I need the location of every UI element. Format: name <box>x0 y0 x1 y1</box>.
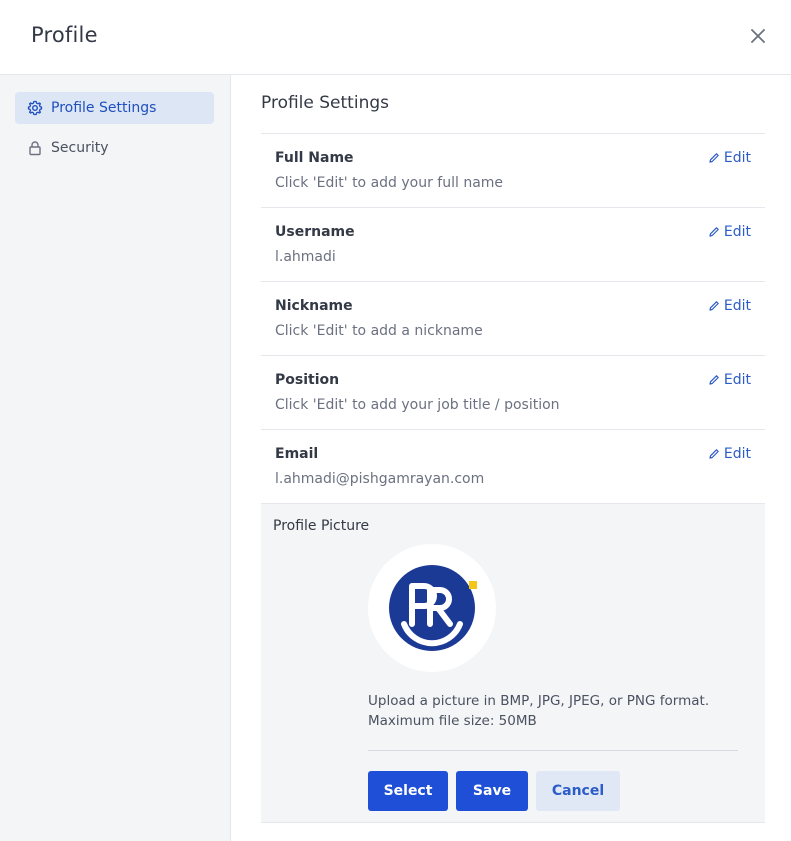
field-label: Position <box>275 372 340 388</box>
field-value: Click 'Edit' to add your full name <box>275 175 504 191</box>
profile-picture-label: Profile Picture <box>273 518 370 534</box>
close-button[interactable] <box>744 22 772 50</box>
field-position: Position Click 'Edit' to add your job ti… <box>261 355 765 429</box>
sidebar: Profile Settings Security <box>0 75 231 841</box>
upload-hint-formats: Upload a picture in BMP, JPG, JPEG, or P… <box>368 693 710 709</box>
upload-hint-size: Maximum file size: 50MB <box>368 713 537 729</box>
edit-label: Edit <box>723 298 751 314</box>
main-panel: Profile Settings Full Name Click 'Edit' … <box>231 75 791 841</box>
save-button[interactable]: Save <box>456 771 528 811</box>
select-button[interactable]: Select <box>368 771 448 811</box>
pencil-icon <box>709 301 719 311</box>
field-full-name: Full Name Click 'Edit' to add your full … <box>261 133 765 207</box>
edit-nickname-button[interactable]: Edit <box>708 298 751 314</box>
field-label: Nickname <box>275 298 353 314</box>
field-value: Click 'Edit' to add your job title / pos… <box>275 397 560 413</box>
dialog-title: Profile <box>31 23 98 47</box>
lock-icon <box>27 140 43 156</box>
field-label: Email <box>275 446 319 462</box>
avatar[interactable] <box>368 544 496 672</box>
pencil-icon <box>709 153 719 163</box>
pencil-icon <box>709 375 719 385</box>
sidebar-item-security[interactable]: Security <box>15 132 214 164</box>
pencil-icon <box>709 227 719 237</box>
divider <box>368 750 738 751</box>
edit-label: Edit <box>723 224 751 240</box>
field-value: Click 'Edit' to add a nickname <box>275 323 483 339</box>
gear-icon <box>27 100 43 116</box>
field-value: l.ahmadi <box>275 249 336 265</box>
field-value: l.ahmadi@pishgamrayan.com <box>275 471 485 487</box>
edit-email-button[interactable]: Edit <box>708 446 751 462</box>
upload-hint: Upload a picture in BMP, JPG, JPEG, or P… <box>368 691 709 731</box>
field-username: Username l.ahmadi Edit <box>261 207 765 281</box>
pencil-icon <box>709 449 719 459</box>
section-title: Profile Settings <box>261 93 389 113</box>
edit-full-name-button[interactable]: Edit <box>708 150 751 166</box>
edit-label: Edit <box>723 372 751 388</box>
sidebar-item-label: Security <box>51 140 109 156</box>
company-logo-icon <box>389 565 477 651</box>
edit-label: Edit <box>723 446 751 462</box>
close-icon <box>751 29 765 43</box>
field-email: Email l.ahmadi@pishgamrayan.com Edit <box>261 429 765 503</box>
field-label: Username <box>275 224 355 240</box>
dialog-header: Profile <box>0 0 791 75</box>
edit-username-button[interactable]: Edit <box>708 224 751 240</box>
profile-picture-panel: Profile Picture Upload a picture in BMP,… <box>261 503 765 823</box>
cancel-button[interactable]: Cancel <box>536 771 620 811</box>
sidebar-item-profile-settings[interactable]: Profile Settings <box>15 92 214 124</box>
field-nickname: Nickname Click 'Edit' to add a nickname … <box>261 281 765 355</box>
field-label: Full Name <box>275 150 354 166</box>
edit-position-button[interactable]: Edit <box>708 372 751 388</box>
sidebar-item-label: Profile Settings <box>51 100 157 116</box>
edit-label: Edit <box>723 150 751 166</box>
